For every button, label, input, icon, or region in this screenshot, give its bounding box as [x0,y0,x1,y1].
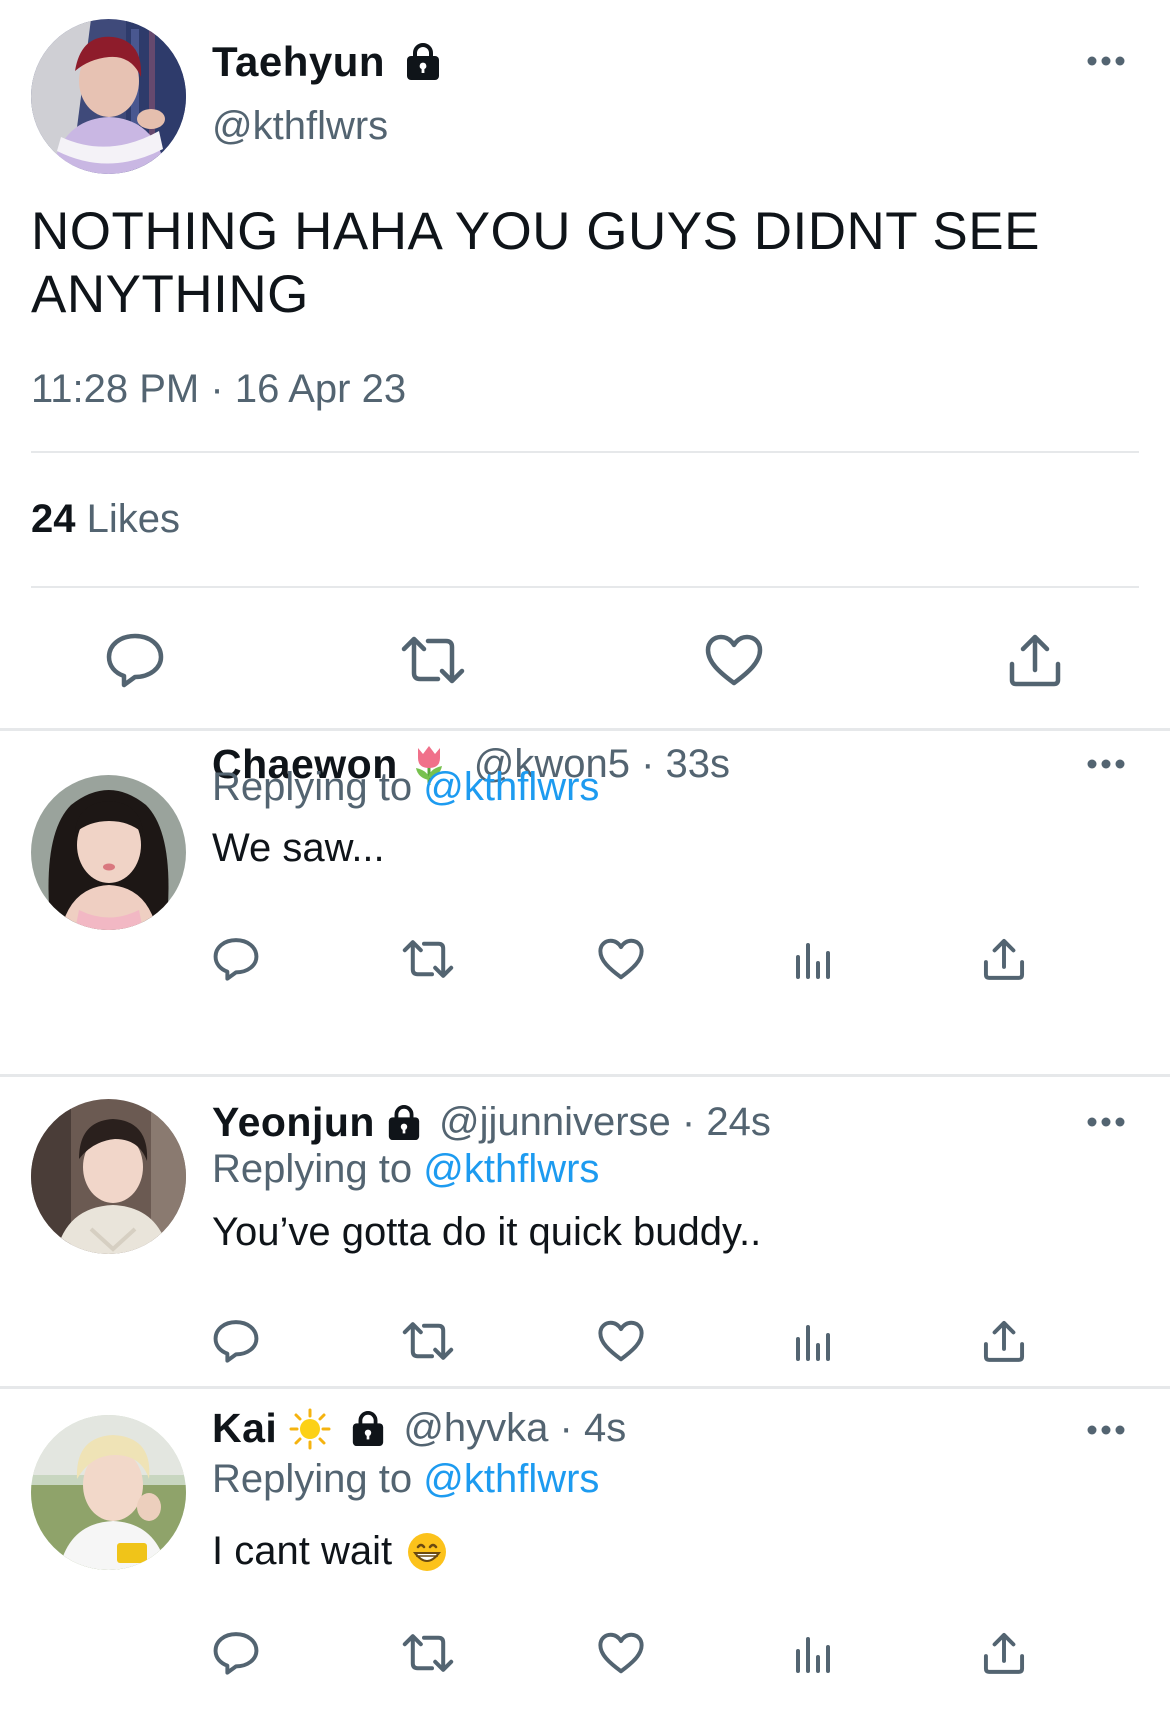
reply-icon[interactable] [95,620,175,700]
likes-number: 24 [31,497,76,541]
retweet-icon[interactable] [398,929,458,989]
share-icon[interactable] [974,929,1034,989]
sun-emoji [289,1408,331,1450]
lock-icon [385,1104,423,1141]
display-name[interactable]: Taehyun [212,38,385,86]
reply-display-name[interactable]: Kai [212,1405,277,1452]
like-icon[interactable] [694,620,774,700]
share-icon[interactable] [974,1311,1034,1371]
reply-text-content: I cant wait [212,1529,393,1573]
grinning-face-emoji [406,1531,448,1573]
like-icon[interactable] [591,929,651,989]
tweet-date: 16 Apr 23 [234,367,407,411]
retweet-icon[interactable] [398,1623,458,1683]
divider [31,586,1139,588]
like-icon[interactable] [591,1311,651,1371]
share-icon[interactable] [995,620,1075,700]
more-icon[interactable] [1086,757,1126,771]
reply-header: Kai @hyvka · 4s [212,1405,626,1452]
reply-handle-time[interactable]: @jjunniverse · 24s [439,1100,771,1145]
more-icon[interactable] [1086,54,1126,68]
replying-to-link[interactable]: @kthflwrs [423,765,599,809]
timestamp-separator: · [210,367,224,411]
reply-tweet[interactable]: Chaewon @kwon5 · 33s Replying to @kthflw… [0,731,1170,1077]
reply-text: You’ve gotta do it quick buddy.. [212,1210,761,1255]
avatar-taehyun[interactable] [31,19,186,174]
reply-display-name[interactable]: Yeonjun [212,1099,375,1146]
reply-text-content: You’ve gotta do it quick buddy.. [212,1210,762,1254]
reply-context-main: Replying to @kthflwrs [212,1147,599,1192]
divider [31,451,1139,453]
views-icon[interactable] [783,1311,843,1371]
lock-icon [349,1410,387,1447]
replying-to-link[interactable]: @kthflwrs [423,1457,599,1501]
reply-tweet[interactable]: Kai @hyvka · 4s Replying to @kthflwrs I … [0,1389,1170,1731]
reply-text-content: We saw... [212,826,385,870]
more-icon[interactable] [1086,1423,1126,1437]
reply-actions [0,929,1170,989]
tweet-time: 11:28 PM [31,367,200,411]
replying-prefix: Replying to [212,1457,413,1501]
main-display-name-row: Taehyun [212,38,443,86]
reply-icon[interactable] [206,1311,266,1371]
reply-handle-time[interactable]: @hyvka · 4s [403,1406,626,1451]
lock-icon [403,43,443,81]
reply-text: I cant wait [212,1529,448,1574]
replying-to-link[interactable]: @kthflwrs [423,1147,599,1191]
tweet-text: NOTHING HAHA YOU GUYS DIDNT SEE ANYTHING [31,202,1040,324]
reply-context-main: Replying to @kthflwrs [212,1457,599,1502]
main-tweet-actions [0,620,1170,700]
views-icon[interactable] [783,929,843,989]
retweet-icon[interactable] [393,620,473,700]
reply-actions [0,1623,1170,1683]
like-icon[interactable] [591,1623,651,1683]
retweet-icon[interactable] [398,1311,458,1371]
share-icon[interactable] [974,1623,1034,1683]
reply-icon[interactable] [206,1623,266,1683]
main-tweet: Taehyun @kthflwrs NOTHING HAHA YOU GUYS … [0,0,1170,731]
reply-icon[interactable] [206,929,266,989]
likes-count[interactable]: 24 Likes [31,497,180,542]
likes-label: Likes [86,497,181,541]
avatar-yeonjun[interactable] [31,1099,186,1254]
replying-prefix: Replying to [212,1147,413,1191]
reply-context-main: Replying to @kthflwrs [212,765,599,810]
main-handle[interactable]: @kthflwrs [212,104,388,149]
replying-prefix: Replying to [212,765,413,809]
avatar-kai[interactable] [31,1415,186,1570]
more-icon[interactable] [1086,1115,1126,1129]
reply-actions [0,1311,1170,1371]
reply-header: Yeonjun @jjunniverse · 24s [212,1099,771,1146]
reply-tweet[interactable]: Yeonjun @jjunniverse · 24s Replying to @… [0,1077,1170,1389]
avatar-chaewon[interactable] [31,775,186,930]
views-icon[interactable] [783,1623,843,1683]
reply-text: We saw... [212,826,385,871]
tweet-timestamp[interactable]: 11:28 PM · 16 Apr 23 [31,367,406,412]
tweet-thread-page: Taehyun @kthflwrs NOTHING HAHA YOU GUYS … [0,0,1170,1731]
